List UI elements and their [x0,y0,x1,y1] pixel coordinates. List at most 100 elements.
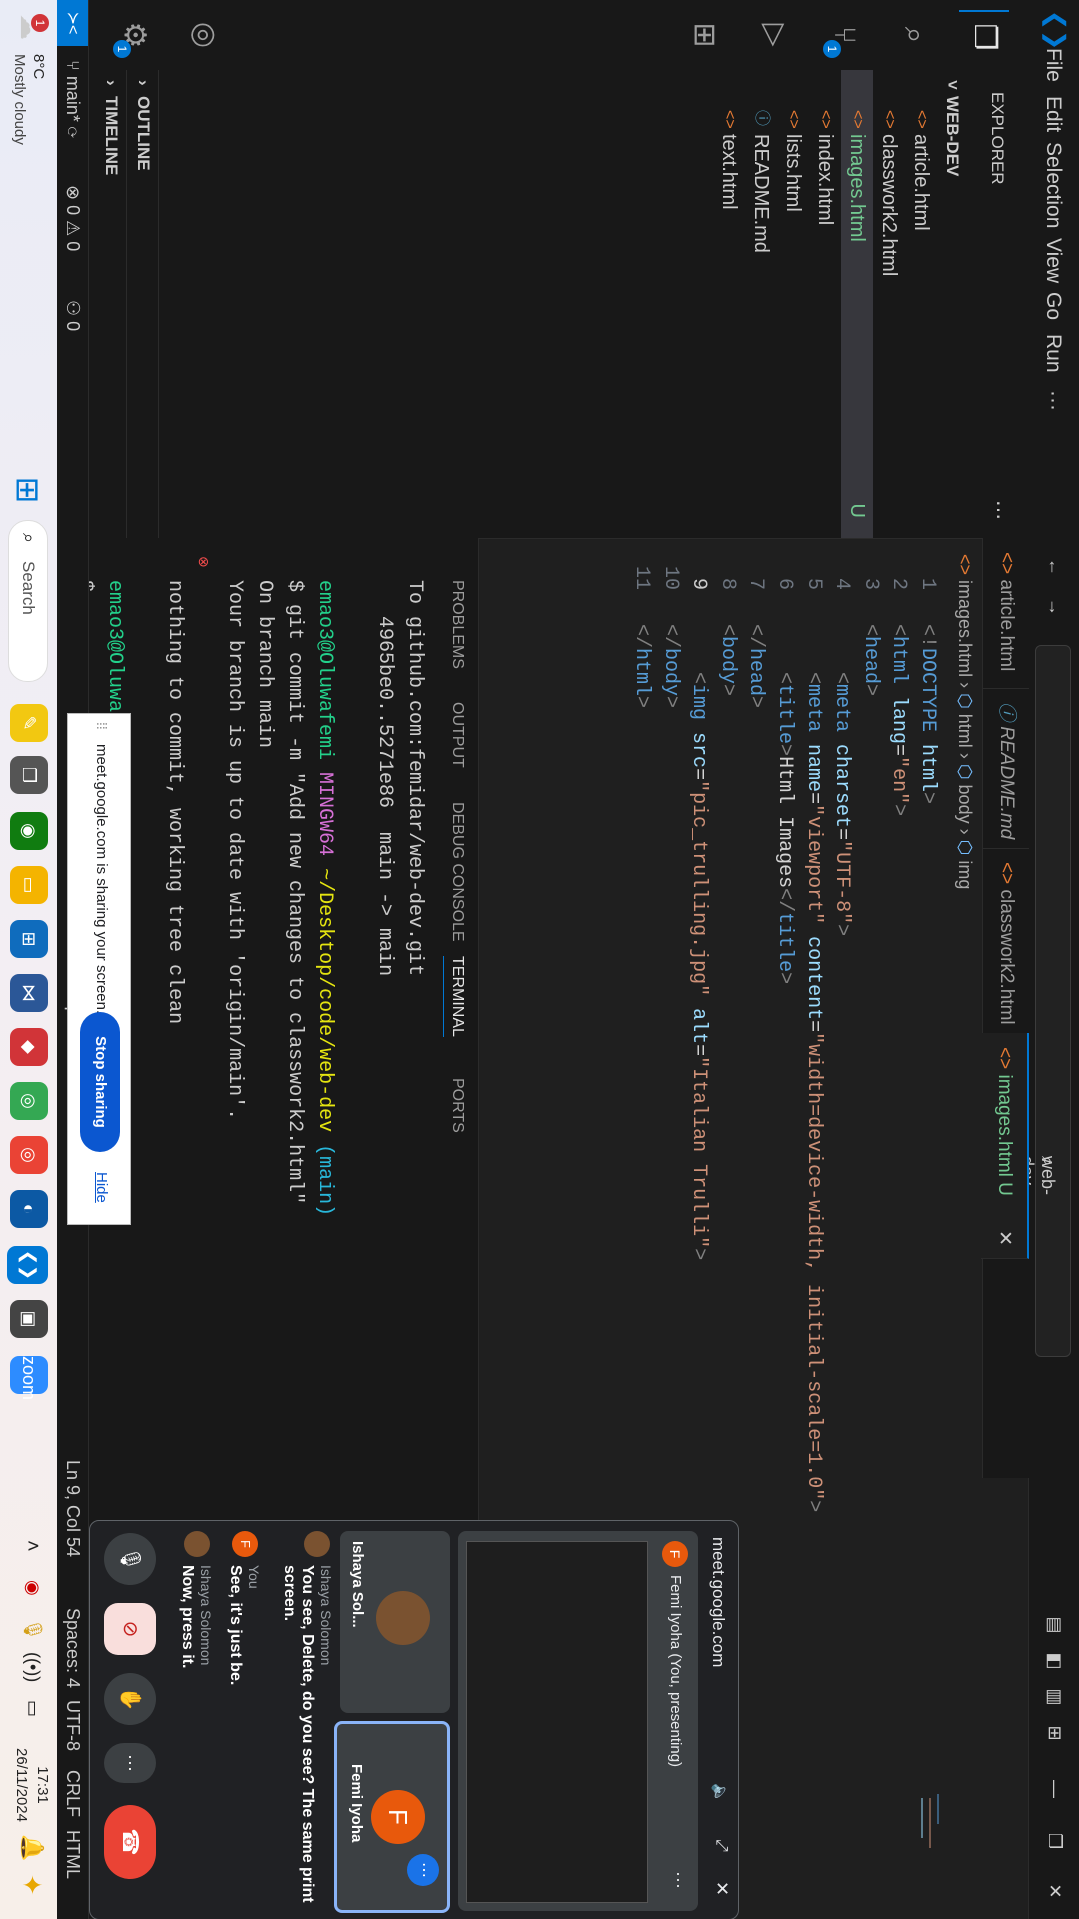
explorer-icon[interactable]: ❐ [959,10,1009,62]
panel-tab-output[interactable]: OUTPUT [448,702,466,768]
menu-more[interactable]: ··· [1041,390,1065,411]
menu-run[interactable]: Run [1041,334,1065,373]
layout-editor-icon[interactable]: ▥ [1044,1686,1066,1708]
layout-panel-icon[interactable]: ▤ [1044,1614,1066,1636]
presentation-tile[interactable]: F Femi Iyoha (You, presenting) ⋯ [458,1531,698,1911]
minimize-icon[interactable]: — [1044,1778,1066,1800]
battery-icon[interactable]: ▭ [22,1700,43,1717]
chrome-alt-icon[interactable]: ◎ [10,1136,48,1174]
stop-sharing-button[interactable]: Stop sharing [80,1012,120,1152]
layout-customize-icon[interactable]: ⊞ [1044,1722,1066,1744]
tile-more-icon[interactable]: ⋯ [667,1871,688,1889]
breadcrumb-img[interactable]: img [955,860,975,889]
branch-status[interactable]: ⑂ main* ⟳ [62,60,83,138]
raise-hand-button-icon[interactable]: ✋ [104,1673,156,1725]
breadcrumb-file[interactable]: images.html [955,580,975,677]
tray-chevron-icon[interactable]: ˄ [20,1540,43,1552]
forward-arrow-icon[interactable]: → [1044,596,1066,618]
timeline-section[interactable]: › TIMELINE [96,70,127,538]
drag-handle-icon[interactable]: ⁞⁞ [94,722,110,730]
file-text-html[interactable]: <> text.html [713,70,745,538]
notification-icon[interactable]: 🔔 [19,1834,45,1861]
taskbar-search[interactable]: ⌕ Search [8,520,48,682]
close-window-icon[interactable]: ✕ [1044,1880,1066,1902]
minimap[interactable] [879,1790,949,1870]
run-debug-icon[interactable]: ▷ [749,10,799,60]
ports-status[interactable]: ⚇ 0 [62,300,83,331]
app-red-icon[interactable]: ◆ [10,1028,48,1066]
menu-edit[interactable]: Edit [1041,96,1065,132]
store-icon[interactable]: ⊞ [10,920,48,958]
file-index-html[interactable]: <> index.html [809,70,841,538]
workspace-folder[interactable]: ˅ WEB-DEV [937,70,967,538]
visual-studio-icon[interactable]: ⋈ [10,974,48,1012]
panel-tab-ports[interactable]: PORTS [448,1078,466,1133]
manage-gear-icon[interactable]: ⚙ 1 [109,10,159,60]
tab-classwork2-html[interactable]: <> classwork2.html [983,848,1029,1034]
more-options-button-icon[interactable]: ⋯ [104,1743,156,1783]
file-images-html[interactable]: <> images.html U [841,70,873,538]
expand-icon[interactable]: ⤢ [712,1839,730,1852]
windows-start-icon[interactable]: ⊞ [8,470,48,510]
file-readme-md[interactable]: ⓘ README.md [745,70,777,538]
file-classwork2-html[interactable]: <> classwork2.html [873,70,905,538]
close-tab-icon[interactable]: ✕ [981,1230,1027,1246]
file-lists-html[interactable]: <> lists.html [777,70,809,538]
tile-options-icon[interactable]: ⋯ [407,1854,439,1886]
photos-icon[interactable]: ▣ [10,1300,48,1338]
edge-icon[interactable]: ◐ [10,1190,48,1228]
wifi-icon[interactable]: ((•)) [22,1652,43,1682]
clock-date[interactable]: 26/11/2024 [13,1745,30,1825]
menu-file[interactable]: File [1041,48,1065,82]
camera-off-button-icon[interactable]: ⊘ [104,1603,156,1655]
panel-tab-terminal[interactable]: TERMINAL [443,956,466,1037]
weather-widget[interactable]: ☁ 1 8°C Mostly cloudy [7,14,49,184]
breadcrumb-body[interactable]: body [955,785,975,824]
file-article-html[interactable]: <> article.html [905,70,937,538]
problems-status[interactable]: ⊗ 0 ⚠ 0 [62,185,83,251]
back-arrow-icon[interactable]: ← [1044,556,1066,578]
copilot-icon[interactable]: ✦ [16,1874,47,1896]
hide-link[interactable]: Hide [93,1172,110,1203]
close-pip-icon[interactable]: ✕ [711,1881,732,1896]
chrome-profile-icon[interactable]: ◉ [10,812,48,850]
menu-view[interactable]: View [1041,238,1065,283]
microphone-button-icon[interactable]: 🎙 [104,1533,156,1585]
participant-tile-femi[interactable]: F ⋯ Femi Iyoha [334,1721,450,1913]
tab-article-html[interactable]: <> article.html [983,538,1029,689]
restore-icon[interactable]: ❐ [1044,1830,1066,1852]
tray-app-icon[interactable]: ◉ [22,1580,43,1596]
encoding[interactable]: UTF-8 [62,1700,83,1751]
source-control-icon[interactable]: ⑂ 1 [819,10,869,60]
sound-icon[interactable]: 🔈 [710,1783,730,1803]
panel-tab-problems[interactable]: PROBLEMS [448,580,466,669]
search-view-icon[interactable]: ⌕ [889,10,939,60]
language-mode[interactable]: HTML [62,1830,83,1879]
task-view-icon[interactable]: ❐ [10,756,48,794]
breadcrumb-html[interactable]: html [955,714,975,748]
remote-indicator-icon[interactable]: ≻< [56,0,88,46]
panel-tab-debug-console[interactable]: DEBUG CONSOLE [448,802,466,942]
clock-time[interactable]: 17:31 [34,1745,51,1825]
tab-readme-md[interactable]: ⓘ README.md [983,688,1029,849]
vscode-taskbar-icon[interactable]: ❮❯ [7,1246,48,1284]
menu-selection[interactable]: Selection [1041,142,1065,228]
accounts-icon[interactable]: ◎ [179,10,229,60]
indentation[interactable]: Spaces: 4 [62,1608,83,1688]
chrome-icon[interactable]: ◎ [10,1082,48,1120]
participant-tile-ishaya[interactable]: Ishaya Sol... [340,1531,450,1713]
explorer-more-icon[interactable]: ⋯ [986,500,1011,520]
tab-images-html[interactable]: <> images.html U ✕ [981,1033,1029,1259]
extensions-icon[interactable]: ⊞ [679,10,729,60]
microphone-icon[interactable]: 🎙 [22,1618,43,1641]
line-endings[interactable]: CRLF [62,1770,83,1817]
zoom-app-icon[interactable]: zoom [10,1356,48,1400]
copilot-pen-icon[interactable]: ✎ [10,704,48,742]
file-explorer-icon[interactable]: ▭ [10,866,48,904]
menu-go[interactable]: Go [1041,292,1065,320]
layout-sidebar-icon[interactable]: ◧ [1044,1650,1066,1672]
command-center-search[interactable]: ⌕ web-dev [1017,645,1071,1357]
outline-section[interactable]: › OUTLINE [128,70,159,538]
end-call-button-icon[interactable]: ☎ [104,1805,156,1879]
cursor-position[interactable]: Ln 9, Col 54 [62,1460,83,1557]
